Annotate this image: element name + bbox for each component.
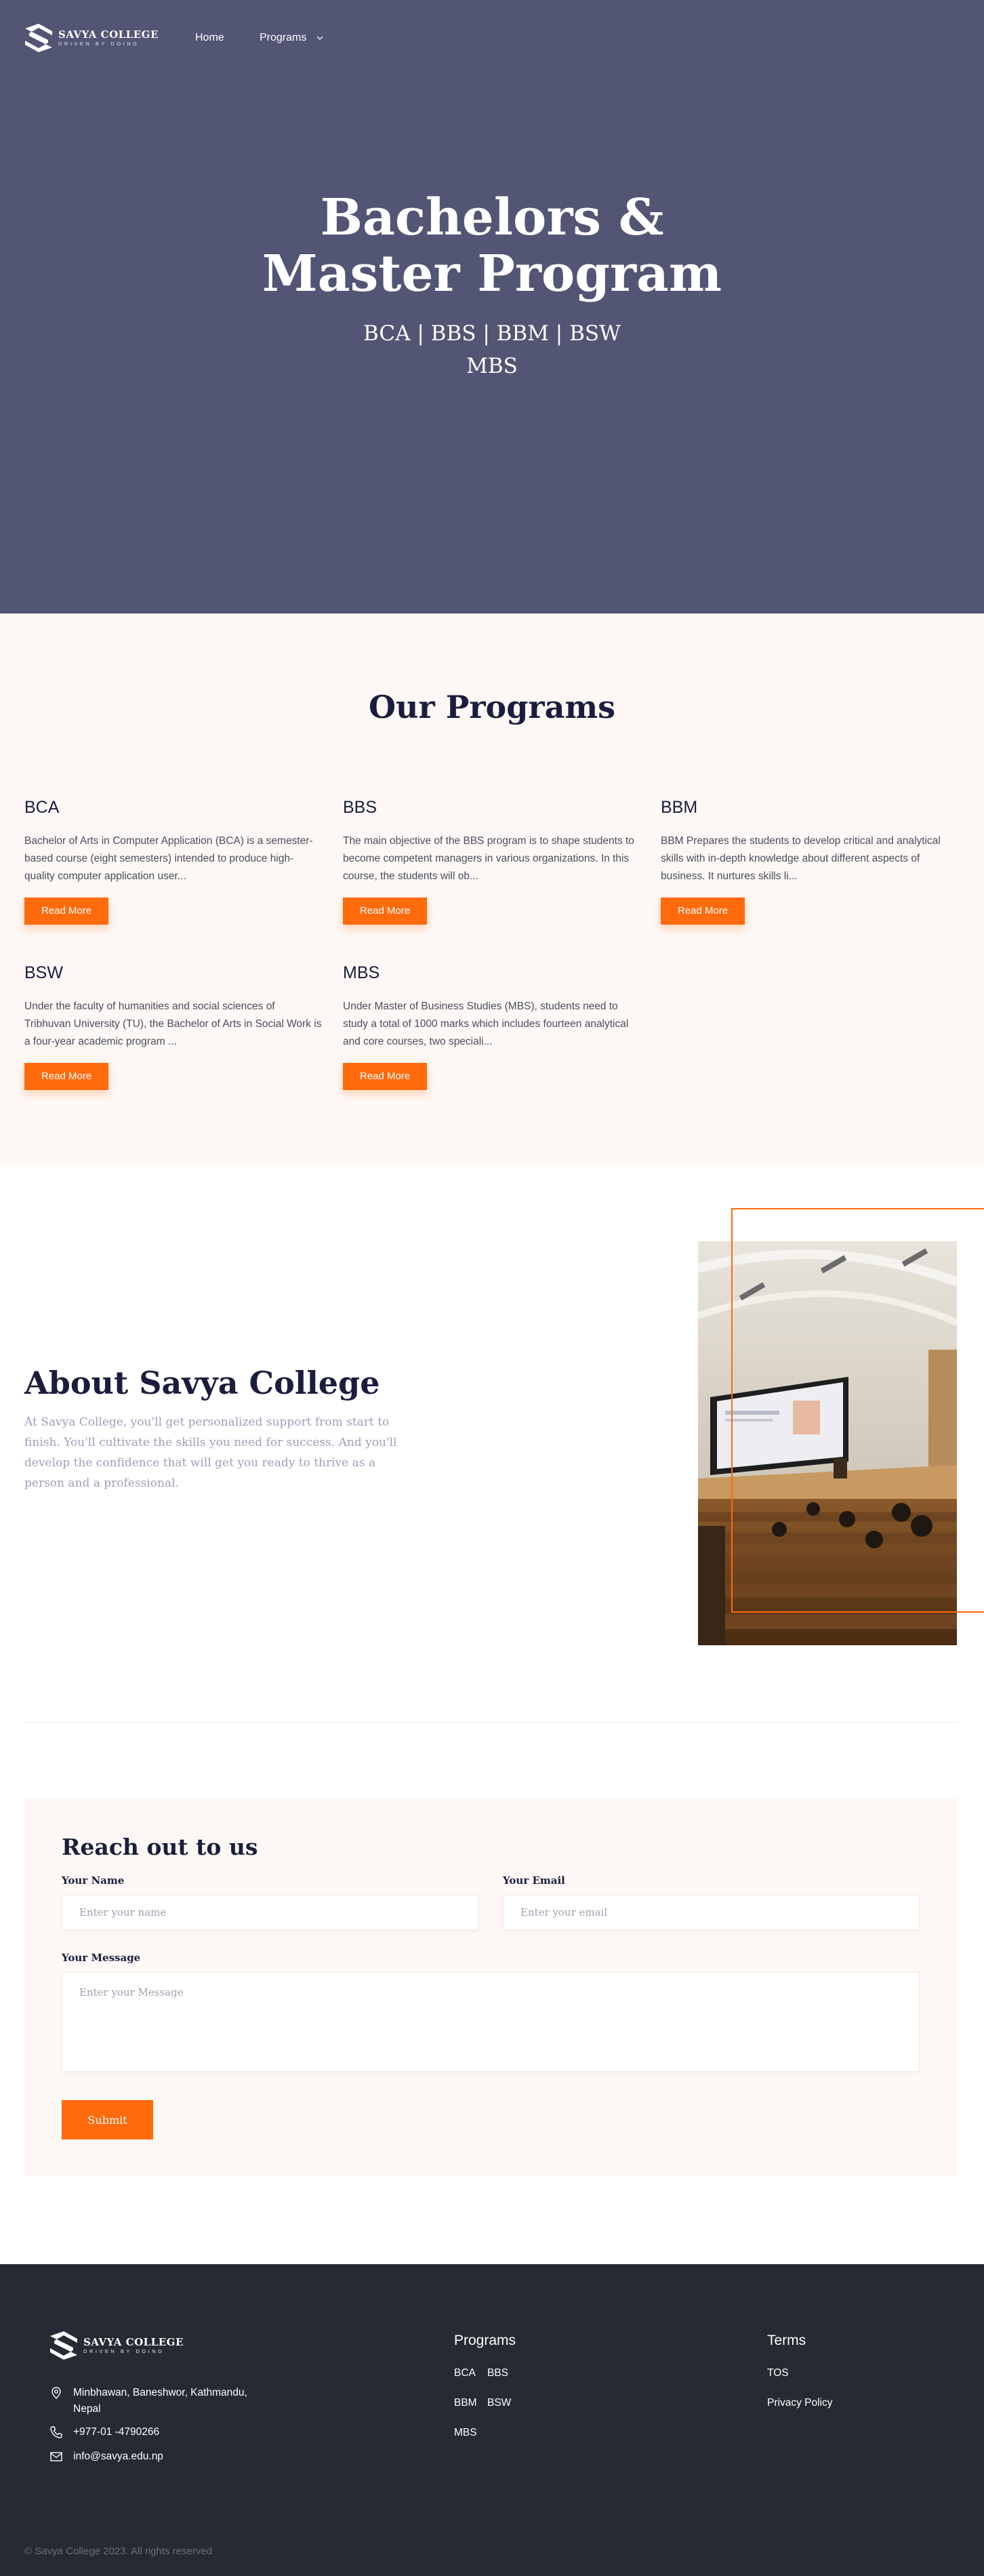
programs-section: Our Programs BCA Bachelor of Arts in Com… — [0, 613, 984, 1165]
footer-terms-heading: Terms — [767, 2333, 806, 2348]
footer-phone[interactable]: +977-01 -4790266 — [49, 2424, 159, 2440]
phone-icon — [50, 2426, 62, 2438]
top-navigation: SAVYA COLLEGE DRIVEN BY DOING Home Progr… — [24, 23, 960, 53]
phone-text: +977-01 -4790266 — [73, 2426, 160, 2438]
address-text: Minbhawan, Baneshwor, Kathmandu, Nepal — [73, 2387, 247, 2415]
logo-title: SAVYA COLLEGE — [58, 28, 159, 41]
message-textarea[interactable] — [62, 1972, 920, 2072]
contact-form-section: Reach out to us Your Name Your Email You… — [24, 1798, 957, 2176]
map-pin-icon — [52, 2387, 61, 2399]
footer-link-bbs[interactable]: BBS — [487, 2366, 508, 2381]
site-logo[interactable]: SAVYA COLLEGE DRIVEN BY DOING — [24, 23, 159, 53]
contact-title: Reach out to us — [62, 1834, 258, 1860]
nav-programs-dropdown[interactable]: Programs — [260, 30, 324, 46]
program-card-title: MBS — [343, 963, 380, 982]
program-card-description: Bachelor of Arts in Computer Application… — [24, 835, 313, 882]
program-card-mbs: MBS Under Master of Business Studies (MB… — [343, 963, 641, 1090]
chevron-down-icon — [316, 36, 323, 40]
programs-title: Our Programs — [368, 689, 616, 725]
footer-link-bsw[interactable]: BSW — [487, 2396, 511, 2411]
program-card-title: BBS — [343, 798, 377, 817]
program-card-description: The main objective of the BBS program is… — [343, 835, 634, 882]
program-card-description: Under the faculty of humanities and soci… — [24, 1001, 322, 1047]
nav-programs-label: Programs — [260, 32, 307, 43]
program-card-title: BCA — [24, 798, 60, 817]
read-more-button[interactable]: Read More — [661, 898, 745, 925]
mail-icon — [50, 2452, 62, 2461]
footer-email[interactable]: info@savya.edu.np — [49, 2449, 163, 2465]
logo-tagline: DRIVEN BY DOING — [58, 41, 140, 47]
footer-link-privacy-policy[interactable]: Privacy Policy — [767, 2396, 832, 2411]
footer-link-bbm[interactable]: BBM — [454, 2396, 477, 2411]
footer-link-tos[interactable]: TOS — [767, 2366, 789, 2381]
footer-link-bca[interactable]: BCA — [454, 2366, 476, 2381]
name-input[interactable] — [62, 1895, 478, 1930]
read-more-button[interactable]: Read More — [24, 898, 109, 925]
email-text: info@savya.edu.np — [73, 2451, 163, 2462]
submit-button[interactable]: Submit — [62, 2100, 153, 2139]
program-card-title: BBM — [661, 798, 698, 817]
section-divider — [24, 1722, 957, 1723]
email-label: Your Email — [503, 1874, 565, 1887]
decorative-frame — [731, 1208, 984, 1613]
logo-mark-icon — [50, 2331, 77, 2360]
nav-home-link[interactable]: Home — [195, 30, 224, 46]
footer-address: Minbhawan, Baneshwor, Kathmandu, Nepal — [49, 2385, 273, 2417]
site-footer: SAVYA COLLEGE DRIVEN BY DOING Minbhawan,… — [0, 2264, 984, 2576]
program-card-description: Under Master of Business Studies (MBS), … — [343, 1001, 629, 1047]
footer-logo[interactable]: SAVYA COLLEGE DRIVEN BY DOING — [49, 2331, 184, 2360]
copyright-text: © Savya College 2023. All rights reserve… — [24, 2545, 213, 2557]
program-card-bbm: BBM BBM Prepares the students to develop… — [661, 797, 959, 925]
message-label: Your Message — [62, 1952, 141, 1964]
hero-subtitle: BCA | BBS | BBM | BSW MBS — [0, 317, 984, 382]
read-more-button[interactable]: Read More — [24, 1063, 109, 1090]
hero-title: Bachelors & Master Program — [0, 190, 984, 302]
about-description: At Savya College, you'll get personalize… — [24, 1415, 397, 1490]
email-input[interactable] — [503, 1895, 920, 1930]
logo-title: SAVYA COLLEGE — [83, 2336, 184, 2348]
hero-title-line-1: Bachelors & — [320, 188, 664, 247]
program-card-description: BBM Prepares the students to develop cri… — [661, 835, 941, 882]
hero-subtitle-line-1: BCA | BBS | BBM | BSW — [363, 321, 621, 346]
hero-subtitle-line-2: MBS — [466, 354, 518, 378]
logo-mark-icon — [25, 24, 52, 52]
hero-title-line-2: Master Program — [262, 245, 722, 303]
logo-tagline: DRIVEN BY DOING — [83, 2348, 165, 2354]
program-card-bca: BCA Bachelor of Arts in Computer Applica… — [24, 797, 323, 925]
about-title: About Savya College — [24, 1365, 380, 1401]
name-label: Your Name — [62, 1874, 125, 1887]
footer-programs-heading: Programs — [454, 2333, 516, 2348]
read-more-button[interactable]: Read More — [343, 898, 428, 925]
program-card-title: BSW — [24, 963, 63, 982]
hero-section: SAVYA COLLEGE DRIVEN BY DOING Home Progr… — [0, 0, 984, 613]
read-more-button[interactable]: Read More — [343, 1063, 428, 1090]
program-card-bsw: BSW Under the faculty of humanities and … — [24, 963, 323, 1090]
footer-link-mbs[interactable]: MBS — [454, 2426, 477, 2440]
program-card-bbs: BBS The main objective of the BBS progra… — [343, 797, 641, 925]
